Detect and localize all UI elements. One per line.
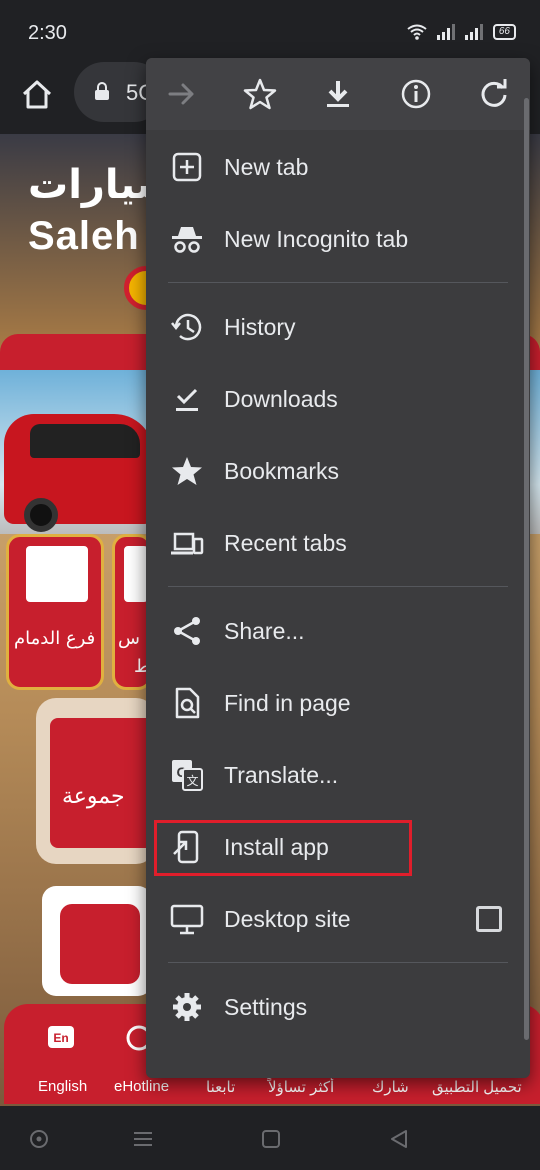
branch-label-2: س	[118, 628, 140, 649]
branch-label-dammam: فرع الدمام	[14, 628, 96, 649]
menu-item-recent-tabs[interactable]: Recent tabs	[146, 512, 530, 574]
menu-label-new-tab: New tab	[224, 154, 309, 180]
back-triangle-icon[interactable]	[388, 1128, 410, 1150]
downloads-icon	[176, 388, 198, 411]
menu-item-desktop-site[interactable]: Desktop site	[146, 888, 530, 950]
translate-icon: G文	[172, 760, 203, 791]
site-tab-english[interactable]: English	[38, 1078, 87, 1095]
star-icon[interactable]	[242, 76, 278, 112]
download-icon[interactable]	[320, 76, 356, 112]
menu-divider	[168, 962, 508, 963]
site-tab-faq[interactable]: أكثر تساؤلاً	[268, 1078, 334, 1096]
branch-logo-icon	[22, 542, 92, 606]
system-nav-bar	[0, 1106, 540, 1170]
globe-icon	[60, 904, 140, 984]
status-time: 2:30	[28, 22, 67, 44]
site-tab-follow[interactable]: تابعنا	[206, 1078, 235, 1096]
signal-icon-2	[464, 24, 483, 40]
assistant-circle-icon[interactable]	[28, 1128, 50, 1150]
menu-item-history[interactable]: History	[146, 296, 530, 358]
status-bar: 2:30 66	[0, 0, 540, 62]
menu-item-bookmarks[interactable]: Bookmarks	[146, 440, 530, 502]
install-app-highlight-box	[154, 820, 412, 876]
recents-menu-icon[interactable]	[132, 1128, 154, 1150]
menu-label-bookmarks: Bookmarks	[224, 458, 340, 484]
menu-label-find-in-page: Find in page	[224, 690, 351, 716]
overflow-menu: New tab New Incognito tab History Downlo…	[146, 58, 530, 1078]
battery-icon: 66	[492, 24, 516, 40]
english-icon[interactable]: En	[46, 1024, 76, 1054]
car-window	[30, 424, 140, 458]
svg-text:文: 文	[186, 773, 198, 788]
menu-label-share: Share...	[224, 618, 305, 644]
devices-icon	[171, 532, 204, 555]
menu-divider	[168, 282, 508, 283]
menu-label-new-incognito-tab: New Incognito tab	[224, 226, 409, 252]
status-icons: 66	[407, 24, 516, 40]
home-icon[interactable]	[20, 78, 54, 112]
menu-label-downloads: Downloads	[224, 386, 338, 412]
lock-icon	[95, 82, 109, 100]
site-tab-share[interactable]: شارك	[372, 1078, 409, 1096]
signal-icon	[436, 24, 455, 40]
menu-item-settings[interactable]: Settings	[146, 976, 530, 1038]
menu-item-translate[interactable]: G文 Translate...	[146, 744, 530, 806]
menu-label-translate: Translate...	[224, 762, 339, 788]
find-in-page-icon	[175, 687, 200, 719]
desktop-site-checkbox[interactable]	[476, 906, 502, 932]
bookmarks-star-icon	[172, 457, 202, 485]
reload-icon[interactable]	[476, 76, 512, 112]
history-icon	[171, 313, 202, 341]
wifi-icon	[407, 24, 427, 40]
menu-item-downloads[interactable]: Downloads	[146, 368, 530, 430]
menu-divider	[168, 586, 508, 587]
menu-label-recent-tabs: Recent tabs	[224, 530, 347, 556]
menu-item-find-in-page[interactable]: Find in page	[146, 672, 530, 734]
incognito-icon	[172, 227, 202, 253]
forward-icon[interactable]	[164, 76, 200, 112]
svg-text:En: En	[53, 1031, 68, 1045]
menu-label-desktop-site: Desktop site	[224, 906, 351, 932]
menu-label-history: History	[224, 314, 296, 340]
menu-item-new-incognito-tab[interactable]: New Incognito tab	[146, 208, 530, 270]
car-wheel	[24, 498, 58, 532]
site-tab-ehotline[interactable]: eHotline	[114, 1078, 169, 1095]
site-logo-english: Saleh	[28, 214, 140, 258]
desktop-icon	[170, 904, 204, 935]
menu-action-row	[146, 58, 530, 130]
share-icon	[174, 617, 200, 645]
settings-gear-icon	[173, 993, 201, 1021]
home-square-icon[interactable]	[260, 1128, 282, 1150]
menu-item-share[interactable]: Share...	[146, 600, 530, 662]
group-label: جموعة	[62, 784, 125, 809]
site-tab-download[interactable]: تحميل التطبيق	[432, 1078, 522, 1096]
menu-item-new-tab[interactable]: New tab	[146, 136, 530, 198]
menu-scrollbar[interactable]	[524, 98, 529, 1040]
menu-label-settings: Settings	[224, 994, 308, 1020]
group-card	[50, 718, 160, 848]
info-icon[interactable]	[398, 76, 434, 112]
new-tab-icon	[172, 152, 202, 182]
